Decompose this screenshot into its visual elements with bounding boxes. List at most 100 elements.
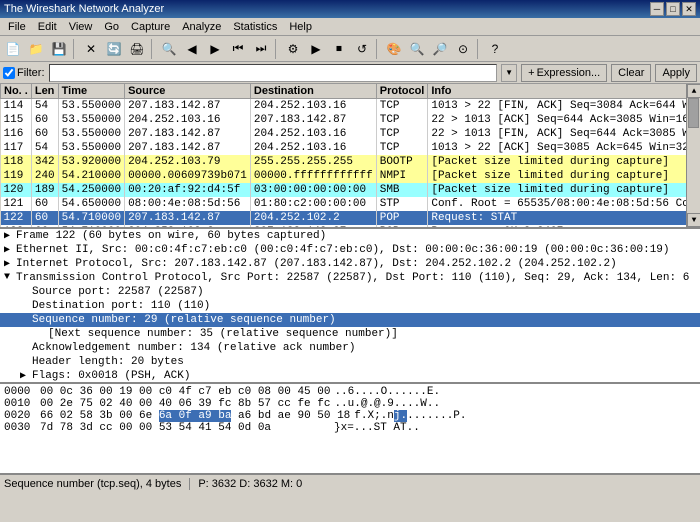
go-back-button[interactable]: ◀ [181,38,203,60]
scroll-thumb[interactable] [688,98,699,128]
expression-button[interactable]: + Expression... [521,64,607,82]
clear-button[interactable]: Clear [611,64,651,82]
tree-toggle-icon[interactable]: ▶ [4,244,16,256]
table-row[interactable]: 11924054.21000000000.00609739b07100000.f… [1,169,687,183]
cell-1: 240 [31,169,58,183]
zoom-normal[interactable]: ⊙ [452,38,474,60]
tree-toggle-icon[interactable]: ▼ [4,272,16,283]
menu-item-capture[interactable]: Capture [125,19,176,34]
table-row[interactable]: 12018954.25000000:20:af:92:d4:5f03:00:00… [1,183,687,197]
hex-bytes: 7d 78 3d cc 00 00 53 54 41 54 0d 0a [40,422,330,434]
close-button[interactable]: ✕ [682,2,696,16]
tree-item[interactable]: ▼Transmission Control Protocol, Src Port… [0,271,700,285]
filter-input[interactable] [49,64,498,82]
tree-item[interactable]: Destination port: 110 (110) [0,299,700,313]
scroll-track[interactable] [687,98,700,213]
menu-item-analyze[interactable]: Analyze [176,19,227,34]
cell-4: 204.252.103.16 [250,141,376,155]
close-capture-button[interactable]: ✕ [80,38,102,60]
start-capture[interactable]: ▶ [305,38,327,60]
filter-label: Filter: [3,67,45,79]
menu-item-statistics[interactable]: Statistics [227,19,283,34]
go-forward-button[interactable]: ▶ [204,38,226,60]
cell-4: 207.183.142.87 [250,113,376,127]
table-row[interactable]: 1175453.550000207.183.142.87204.252.103.… [1,141,687,155]
cell-0: 121 [1,197,32,211]
color-rules[interactable]: 🎨 [383,38,405,60]
cell-2: 53.550000 [58,113,124,127]
cell-2: 53.550000 [58,99,124,114]
tree-item-text: Internet Protocol, Src: 207.183.142.87 (… [16,258,617,270]
table-row[interactable]: 1236654.710000204.252.102.2207.183.142.8… [1,225,687,227]
cell-6: Request: STAT [428,211,686,225]
menu-item-edit[interactable]: Edit [32,19,63,34]
open-button[interactable]: 📁 [25,38,47,60]
zoom-in[interactable]: 🔍 [406,38,428,60]
cell-3: 08:00:4e:08:5d:56 [125,197,251,211]
find-button[interactable]: 🔍 [158,38,180,60]
tree-toggle-icon[interactable]: ▶ [20,370,32,382]
go-last-button[interactable]: ⏭ [250,38,272,60]
tree-item[interactable]: Header length: 20 bytes [0,355,700,369]
col-header-time[interactable]: Time [58,84,124,99]
tree-item[interactable]: Source port: 22587 (22587) [0,285,700,299]
help-button[interactable]: ? [484,38,506,60]
tree-item[interactable]: [Next sequence number: 35 (relative sequ… [0,327,700,341]
cell-4: 255.255.255.255 [250,155,376,169]
table-row[interactable]: 1156053.550000204.252.103.16207.183.142.… [1,113,687,127]
tree-item[interactable]: ▶Flags: 0x0018 (PSH, ACK) [0,369,700,383]
new-button[interactable]: 📄 [2,38,24,60]
tree-toggle-icon[interactable]: ▶ [4,230,16,242]
menu-item-file[interactable]: File [2,19,32,34]
hex-row: 000000 0c 36 00 19 00 c0 4f c7 eb c0 08 … [4,386,696,398]
cell-4: 204.252.102.2 [250,211,376,225]
scroll-down-btn[interactable]: ▼ [687,213,700,227]
cell-0: 116 [1,127,32,141]
zoom-out[interactable]: 🔎 [429,38,451,60]
hex-row: 002066 02 58 3b 00 6e 6a 0f a9 ba a6 bd … [4,410,696,422]
tree-item[interactable]: ▶Ethernet II, Src: 00:c0:4f:c7:eb:c0 (00… [0,243,700,257]
packet-table: No. .LenTimeSourceDestinationProtocolInf… [0,84,686,227]
print-button[interactable]: 🖨 [126,38,148,60]
minimize-button[interactable]: ─ [650,2,664,16]
restart-capture[interactable]: ↺ [351,38,373,60]
col-header-len[interactable]: Len [31,84,58,99]
cell-5: POP [376,225,428,227]
reload-button[interactable]: 🔄 [103,38,125,60]
tree-item[interactable]: Sequence number: 29 (relative sequence n… [0,313,700,327]
col-header-no.-.[interactable]: No. . [1,84,32,99]
table-row[interactable]: 1145453.550000207.183.142.87204.252.103.… [1,99,687,114]
tree-toggle-icon[interactable]: ▶ [4,258,16,270]
filter-checkbox[interactable] [3,67,15,79]
hex-panel: 000000 0c 36 00 19 00 c0 4f c7 eb c0 08 … [0,384,700,474]
menu-item-help[interactable]: Help [283,19,318,34]
stop-capture[interactable]: ⏹ [328,38,350,60]
col-header-source[interactable]: Source [125,84,251,99]
menu-item-go[interactable]: Go [98,19,125,34]
cell-3: 207.183.142.87 [125,127,251,141]
table-row[interactable]: 1166053.550000207.183.142.87204.252.103.… [1,127,687,141]
col-header-protocol[interactable]: Protocol [376,84,428,99]
go-first-button[interactable]: ⏮ [227,38,249,60]
col-header-info[interactable]: Info [428,84,686,99]
save-button[interactable]: 💾 [48,38,70,60]
cell-6: [Packet size limited during capture] [428,155,686,169]
capture-options[interactable]: ⚙ [282,38,304,60]
maximize-button[interactable]: □ [666,2,680,16]
table-row[interactable]: 1226054.710000207.183.142.87204.252.102.… [1,211,687,225]
tree-item[interactable]: Acknowledgement number: 134 (relative ac… [0,341,700,355]
table-row[interactable]: 1216054.65000008:00:4e:08:5d:5601:80:c2:… [1,197,687,211]
apply-button[interactable]: Apply [655,64,697,82]
menu-item-view[interactable]: View [63,19,99,34]
tree-item[interactable]: ▶Frame 122 (60 bytes on wire, 60 bytes c… [0,229,700,243]
cell-4: 01:80:c2:00:00:00 [250,197,376,211]
tree-item[interactable]: ▶Internet Protocol, Src: 207.183.142.87 … [0,257,700,271]
cell-6: 1013 > 22 [FIN, ACK] Seq=3084 Ack=644 Wi… [428,99,686,114]
packet-scrollbar[interactable]: ▲ ▼ [686,84,700,227]
scroll-up-btn[interactable]: ▲ [687,84,700,98]
filter-dropdown-button[interactable]: ▼ [501,64,517,82]
cell-1: 54 [31,141,58,155]
cell-1: 60 [31,127,58,141]
col-header-destination[interactable]: Destination [250,84,376,99]
table-row[interactable]: 11834253.920000204.252.103.79255.255.255… [1,155,687,169]
